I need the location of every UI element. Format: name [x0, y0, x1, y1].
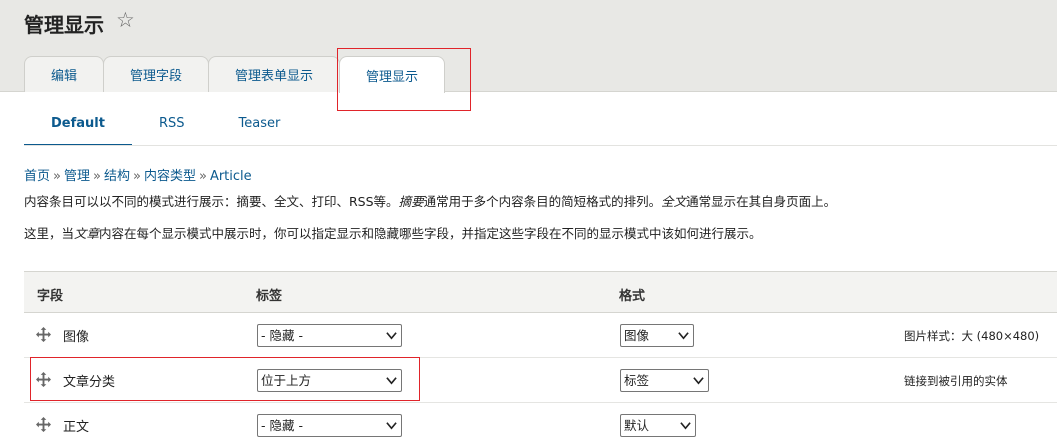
breadcrumb-home[interactable]: 首页: [24, 169, 50, 184]
format-select[interactable]: 图像: [620, 324, 694, 347]
format-summary: 链接到被引用的实体: [904, 374, 1008, 388]
breadcrumb-separator: »: [53, 169, 61, 184]
annotation-highlight-tab: [337, 48, 471, 111]
select-value: 图像: [624, 328, 650, 343]
column-header-format: 格式: [619, 289, 646, 304]
column-header-label: 标签: [256, 289, 283, 304]
move-handle-icon[interactable]: [36, 327, 51, 342]
breadcrumb-content-types[interactable]: 内容类型: [144, 169, 196, 184]
column-header-field: 字段: [37, 289, 64, 304]
description-text: 内容在每个显示模式中展示时，你可以指定显示和隐藏哪些字段，并指定这些字段在不同的…: [99, 226, 762, 241]
breadcrumb: 首页» 管理» 结构» 内容类型» Article: [24, 165, 252, 184]
chevron-down-icon: [680, 422, 691, 430]
subtab-default[interactable]: Default: [24, 106, 132, 146]
move-handle-icon[interactable]: [36, 417, 51, 432]
field-name: 正文: [63, 420, 90, 435]
subtab-rss[interactable]: RSS: [132, 106, 212, 146]
description-text: 通常显示在其自身页面上。: [686, 194, 837, 209]
select-value: - 隐藏 -: [261, 328, 303, 343]
page-header: 管理显示 ☆ 编辑 管理字段 管理表单显示 管理显示: [0, 0, 1057, 93]
label-display-select[interactable]: - 隐藏 -: [257, 324, 402, 347]
tab-manage-form-display[interactable]: 管理表单显示: [208, 56, 341, 92]
breadcrumb-separator: »: [132, 169, 141, 184]
label-display-select[interactable]: - 隐藏 -: [257, 414, 402, 437]
annotation-highlight-row: [30, 357, 420, 401]
select-value: - 隐藏 -: [261, 418, 303, 433]
breadcrumb-separator: »: [198, 169, 207, 184]
star-icon[interactable]: ☆: [116, 10, 135, 31]
description-line-1: 内容条目可以以不同的模式进行展示：摘要、全文、打印、RSS等。摘要通常用于多个内…: [24, 191, 836, 210]
chevron-down-icon: [693, 377, 704, 385]
select-value: 默认: [624, 418, 650, 433]
breadcrumb-article[interactable]: Article: [210, 169, 252, 184]
page-title: 管理显示: [24, 13, 104, 37]
chevron-down-icon: [678, 332, 689, 340]
subtabs-divider: [24, 145, 1057, 146]
tab-edit[interactable]: 编辑: [24, 56, 105, 92]
description-text: 内容条目可以以不同的模式进行展示：摘要、全文、打印、RSS等。: [24, 194, 399, 209]
format-select[interactable]: 默认: [620, 414, 696, 437]
tab-manage-fields[interactable]: 管理字段: [103, 56, 210, 92]
breadcrumb-separator: »: [93, 169, 101, 184]
chevron-down-icon: [386, 422, 397, 430]
table-row: 正文 - 隐藏 - 默认: [24, 403, 1057, 444]
breadcrumb-structure[interactable]: 结构: [104, 169, 130, 184]
description-emphasis: 摘要: [398, 194, 424, 209]
subtab-teaser[interactable]: Teaser: [212, 106, 308, 146]
chevron-down-icon: [386, 332, 397, 340]
select-value: 标签: [624, 373, 650, 388]
description-line-2: 这里，当文章内容在每个显示模式中展示时，你可以指定显示和隐藏哪些字段，并指定这些…: [24, 223, 762, 242]
description-emphasis: 全文: [661, 194, 687, 209]
format-select[interactable]: 标签: [620, 369, 709, 392]
field-name: 图像: [63, 330, 90, 345]
secondary-tabs: Default RSS Teaser: [24, 106, 307, 146]
description-text: 这里，当: [24, 226, 75, 241]
breadcrumb-admin[interactable]: 管理: [64, 169, 90, 184]
description-emphasis: 文章: [74, 226, 100, 241]
format-summary: 图片样式：大 (480×480): [904, 329, 1040, 343]
description-text: 通常用于多个内容条目的简短格式的排列。: [423, 194, 662, 209]
table-row: 图像 - 隐藏 - 图像 图片样式：大 (480×480): [24, 313, 1057, 358]
table-header: 字段 标签 格式: [24, 271, 1057, 313]
